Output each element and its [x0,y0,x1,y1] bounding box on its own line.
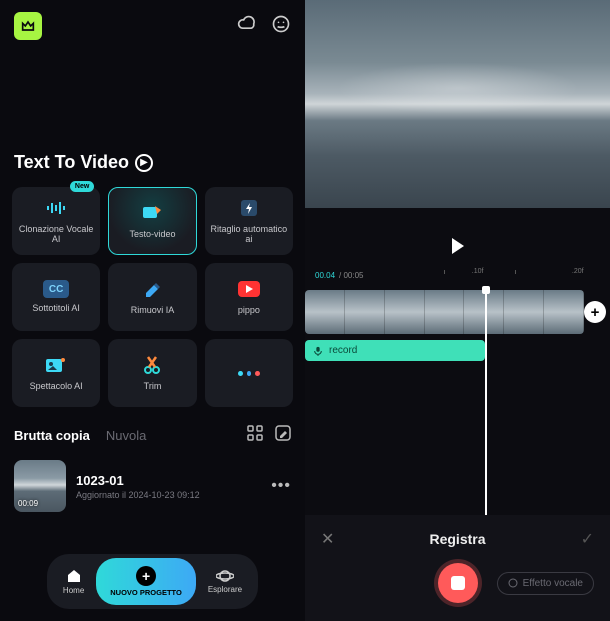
bottom-nav: Home + NUOVO PROGETTO Esplorare [0,544,305,621]
close-icon[interactable]: ✕ [321,529,334,549]
scissors-icon [141,354,163,376]
feature-label: Ritaglio automatico ai [205,225,293,245]
new-badge: New [70,181,94,192]
topbar [0,0,305,52]
stop-icon [451,576,465,590]
feature-auto-crop[interactable]: Ritaglio automatico ai [205,187,293,255]
audio-clip[interactable]: record [305,340,485,361]
play-button[interactable] [452,238,464,254]
record-button[interactable] [438,563,478,603]
feature-label: Spettacolo AI [26,382,87,392]
home-icon [66,568,82,584]
voice-effect-button[interactable]: Effetto vocale [497,572,594,595]
check-icon[interactable]: ✓ [581,529,594,549]
record-panel: ✕ Registra ✓ Effetto vocale [305,515,610,621]
feature-grid: New Clonazione Vocale AI Testo-video Rit… [0,187,305,407]
cloud-icon[interactable] [237,14,257,39]
feature-text-video[interactable]: Testo-video [108,187,196,255]
feature-label: Testo-video [125,230,179,240]
voice-icon [45,197,67,219]
duration-label: 00:09 [18,499,38,508]
nav-home[interactable]: Home [51,562,96,601]
chevron-right-circle-icon: ▶ [135,154,153,172]
video-clip[interactable] [305,290,584,334]
feature-subtitles[interactable]: CC Sottotitoli AI [12,263,100,331]
smile-icon[interactable] [271,14,291,39]
project-item[interactable]: 00:09 1023-01 Aggiornato il 2024-10-23 0… [0,454,305,518]
feature-more[interactable] [205,339,293,407]
projects-tabs: Brutta copia Nuvola [0,407,305,454]
picture-sparkle-icon [45,354,67,376]
plus-icon: + [136,566,156,586]
cc-icon: CC [43,280,69,298]
more-icon[interactable]: ••• [271,477,291,495]
feature-voice-clone[interactable]: New Clonazione Vocale AI [12,187,100,255]
tab-cloud[interactable]: Nuvola [106,428,146,443]
edit-icon[interactable] [275,425,291,446]
mic-icon [313,346,323,356]
hero-section[interactable]: Text To Video ▶ [0,52,305,187]
wand-icon [508,578,518,588]
feature-label: pippo [234,306,264,316]
feature-label: Rimuovi IA [127,306,179,316]
feature-label: Trim [140,382,166,392]
eraser-icon [141,278,163,300]
crop-bolt-icon [238,197,260,219]
project-meta: 1023-01 Aggiornato il 2024-10-23 09:12 [76,473,261,500]
more-dots-icon [238,362,260,384]
tab-draft[interactable]: Brutta copia [14,428,90,443]
voice-effect-label: Effetto vocale [523,578,583,589]
timeline-ruler[interactable]: .10f .20f [378,270,600,280]
feature-label: Sottotitoli AI [28,304,84,314]
feature-label: Clonazione Vocale AI [12,225,100,245]
nav-label: Home [63,586,84,595]
video-preview[interactable] [305,0,610,208]
feature-remove-ai[interactable]: Rimuovi IA [108,263,196,331]
video-track[interactable]: + [305,290,610,334]
time-total: / 00:05 [339,271,363,280]
timeline-header: 00.04 / 00:05 .10f .20f [305,264,610,282]
crown-icon [20,18,36,34]
app-home-pane: Text To Video ▶ New Clonazione Vocale AI… [0,0,305,621]
hero-title: Text To Video [14,152,129,173]
project-subtitle: Aggiornato il 2024-10-23 09:12 [76,490,261,500]
nav-label: Esplorare [208,585,242,594]
project-title: 1023-01 [76,473,261,488]
add-clip-button[interactable]: + [584,301,606,323]
premium-badge[interactable] [14,12,42,40]
time-current: 00.04 [315,271,335,280]
record-title: Registra [429,531,485,547]
project-thumbnail: 00:09 [14,460,66,512]
audio-label: record [329,345,357,356]
feature-pippo[interactable]: pippo [205,263,293,331]
feature-trim[interactable]: Trim [108,339,196,407]
grid-view-icon[interactable] [247,425,263,446]
editor-pane: 00.04 / 00:05 .10f .20f + record ✕ Regis… [305,0,610,621]
youtube-icon [238,278,260,300]
planet-icon [216,569,234,583]
text-video-icon [141,202,163,224]
feature-show-ai[interactable]: Spettacolo AI [12,339,100,407]
topbar-actions [237,14,291,39]
nav-new-project[interactable]: + NUOVO PROGETTO [96,558,196,605]
nav-explore[interactable]: Esplorare [196,563,254,600]
play-controls [305,208,610,264]
nav-label: NUOVO PROGETTO [110,588,182,597]
playhead[interactable] [485,290,487,531]
